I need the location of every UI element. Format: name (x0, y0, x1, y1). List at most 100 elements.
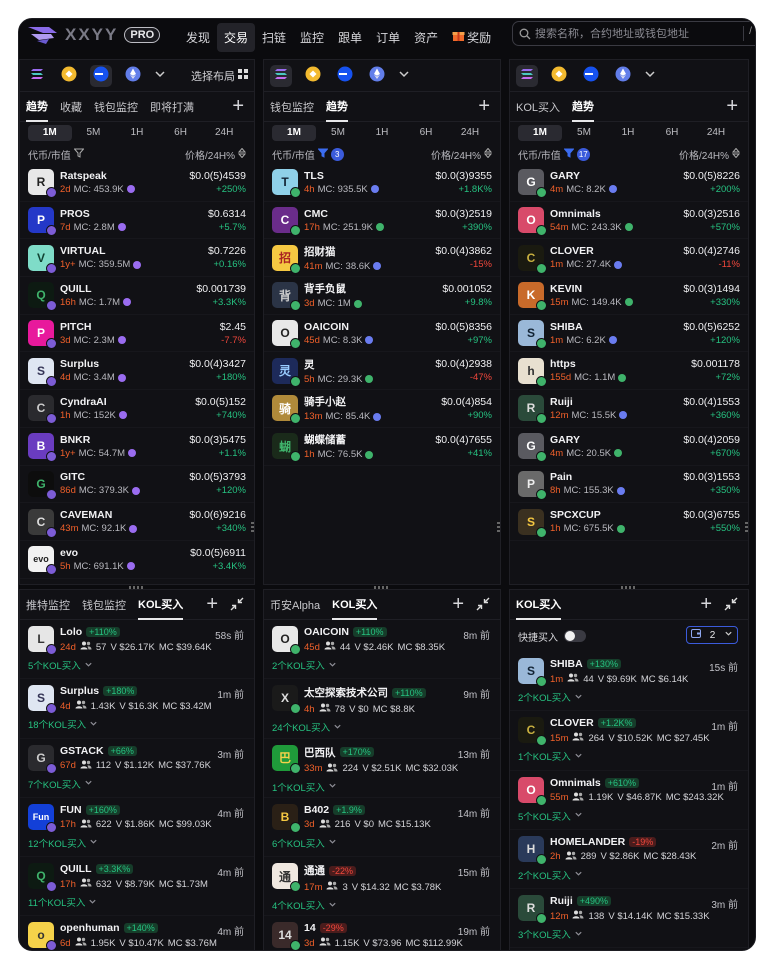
kol-buy-count[interactable]: 2个KOL买入 (518, 690, 740, 704)
kol-row[interactable]: L Lolo +110% 24d 57 V $26.17K MC $39.64K 58s 前 5… (20, 620, 254, 680)
timeframe-1[interactable]: 5M (316, 125, 360, 141)
token-row[interactable]: 招招财猫 41m MC: 38.6K $0.0(4)3862 -15% (264, 239, 500, 278)
kol-row[interactable]: S Surplus +180% 4d 1.43K V $16.3K MC $3.42M 1m … (20, 679, 254, 739)
kol-row[interactable]: G GSTACK +66% 67d 112 V $1.12K MC $37.76K 3m 前 7… (20, 739, 254, 798)
token-row[interactable]: G GITC 86d MC: 379.3K $0.0(5)3793 +120% (20, 466, 254, 504)
tab-0[interactable]: KOL买入 (516, 92, 560, 122)
token-row[interactable]: S SPCXCUP 1h MC: 675.5K $0.0(3)6755 +550% (510, 503, 748, 541)
chain-tab-3[interactable] (612, 65, 634, 87)
tab-1[interactable]: 趋势 (326, 92, 348, 122)
nav-item-0[interactable]: 发现 (179, 23, 217, 52)
collapse-icon[interactable] (476, 597, 490, 614)
sort-price-chg[interactable]: 价格/24H% (185, 147, 247, 162)
token-row[interactable]: G GARY 4m MC: 8.2K $0.0(5)8226 +200% (510, 164, 748, 202)
timeframe-2[interactable]: 1H (606, 125, 650, 141)
token-row[interactable]: G GARY 4m MC: 20.5K $0.0(4)2059 +670% (510, 428, 748, 466)
chain-tab-1[interactable] (58, 65, 80, 87)
timeframe-1[interactable]: 5M (72, 125, 116, 141)
sort-token-mc[interactable]: 代币/市值 (28, 147, 85, 162)
kol-buy-count[interactable]: 24个KOL买入 (272, 720, 492, 734)
timeframe-4[interactable]: 24H (448, 125, 492, 141)
kol-buy-count[interactable]: 7个KOL买入 (28, 777, 246, 791)
token-row[interactable]: O Omnimals 54m MC: 243.3K $0.0(3)2516 +570% (510, 202, 748, 240)
kol-buy-count[interactable]: 3个KOL买入 (518, 927, 740, 941)
resize-handle-v[interactable] (745, 522, 748, 532)
layout-select-button[interactable]: 选择布局 (191, 68, 248, 84)
token-row[interactable]: P PROS 7d MC: 2.8M $0.6314 +5.7% (20, 202, 254, 240)
tab-3[interactable]: 即将打满 (150, 92, 194, 122)
kol-tab-2[interactable]: KOL买入 (138, 590, 184, 620)
add-icon[interactable]: + (452, 594, 464, 614)
token-row[interactable]: P Pain 8h MC: 155.3K $0.0(3)1553 +350% (510, 466, 748, 504)
chain-tab-3[interactable] (122, 65, 144, 87)
token-row[interactable]: V VIRTUAL 1y+ MC: 359.5M $0.7226 +0.16% (20, 239, 254, 278)
token-row[interactable]: 灵灵 5h MC: 29.3K $0.0(4)2938 -47% (264, 352, 500, 391)
kol-row[interactable]: X 太空探索技术公司 +110% 4h 78 V $0 MC $8.8K 9m 前 24个KOL… (264, 679, 500, 739)
quick-buy-toggle[interactable] (564, 630, 586, 642)
nav-item-5[interactable]: 订单 (369, 23, 407, 52)
kol-buy-count[interactable]: 2个KOL买入 (272, 658, 492, 672)
token-row[interactable]: 背背手负鼠 3d MC: 1M $0.001052 +9.8% (264, 277, 500, 315)
kol-tab-0[interactable]: KOL买入 (516, 590, 562, 620)
nav-item-2[interactable]: 扫链 (255, 23, 293, 52)
tab-2[interactable]: 钱包监控 (94, 92, 138, 122)
timeframe-3[interactable]: 6H (159, 125, 203, 141)
timeframe-0[interactable]: 1M (28, 125, 72, 141)
nav-item-1[interactable]: 交易 (217, 22, 256, 52)
kol-row[interactable]: 通通通 -22% 17m 3 V $14.32 MC $3.78K 15m 前 4个KOL买入 (264, 857, 500, 917)
filter-icon[interactable] (73, 148, 85, 161)
token-row[interactable]: R Ratspeak 2d MC: 453.9K $0.0(5)4539 +250% (20, 164, 254, 202)
kol-tab-1[interactable]: KOL买入 (332, 590, 378, 620)
token-row[interactable]: S Surplus 4d MC: 3.4M $0.0(4)3427 +180% (20, 352, 254, 391)
token-row[interactable]: C CAVEMAN 43m MC: 92.1K $0.0(6)9216 +340% (20, 503, 254, 541)
kol-tab-1[interactable]: 钱包监控 (82, 590, 126, 620)
timeframe-0[interactable]: 1M (518, 125, 562, 141)
kol-buy-count[interactable]: 5个KOL买入 (518, 809, 740, 823)
kol-buy-count[interactable]: 2个KOL买入 (518, 868, 740, 882)
kol-row[interactable]: C CLOVER +1.2K% 15m 264 V $10.52K MC $27.45K 1m… (510, 711, 748, 771)
sort-token-mc[interactable]: 代币/市值 3 (272, 147, 344, 162)
timeframe-2[interactable]: 1H (115, 125, 159, 141)
kol-row[interactable]: H HOMELANDER -19% 2h 289 V $2.86K MC $28.43K 2m… (510, 830, 748, 890)
resize-handle-v[interactable] (497, 522, 500, 532)
nav-item-3[interactable]: 监控 (293, 23, 331, 52)
timeframe-0[interactable]: 1M (272, 125, 316, 141)
kol-row[interactable]: O OAICOIN +110% 45d 44 V $2.46K MC $8.35K 8m 前 2… (264, 620, 500, 680)
kol-tab-0[interactable]: 推特监控 (26, 590, 70, 620)
chain-tab-0[interactable] (270, 64, 292, 87)
kol-row[interactable]: Fun FUN +160% 17h 622 V $1.86K MC $99.03K 4m 前1… (20, 798, 254, 858)
kol-buy-count[interactable]: 5个KOL买入 (28, 658, 246, 672)
chain-tab-0[interactable] (26, 65, 48, 87)
chain-tab-2[interactable] (90, 64, 112, 87)
collapse-icon[interactable] (724, 597, 738, 614)
kol-row[interactable]: S SHIBA +130% 1m 44 V $9.69K MC $6.14K 15s 前 2个K… (510, 652, 748, 712)
token-row[interactable]: h https 155d MC: 1.1M $0.001178 +72% (510, 352, 748, 391)
resize-handle-v[interactable] (251, 522, 254, 532)
kol-row[interactable]: R Ruiji +490% 12m 138 V $14.14K MC $15.33K 3m 前… (510, 889, 748, 949)
kol-row[interactable]: o openhuman +140% 6d 1.95K V $10.47K MC $3.76M… (20, 916, 254, 950)
token-row[interactable]: B BNKR 1y+ MC: 54.7M $0.0(3)5475 +1.1% (20, 428, 254, 466)
add-icon[interactable]: + (232, 96, 244, 116)
timeframe-4[interactable]: 24H (694, 125, 738, 141)
kol-row[interactable]: 巴巴西队 +170% 33m 224 V $2.51K MC $32.03K 13m 前 1个… (264, 739, 500, 798)
timeframe-2[interactable]: 1H (360, 125, 404, 141)
filter-icon[interactable] (563, 148, 575, 161)
tab-1[interactable]: 趋势 (572, 92, 595, 122)
collapse-icon[interactable] (230, 597, 244, 614)
filter-icon[interactable] (317, 148, 329, 161)
timeframe-3[interactable]: 6H (404, 125, 448, 141)
chain-tab-1[interactable] (548, 65, 570, 87)
add-icon[interactable]: + (478, 96, 490, 116)
tab-0[interactable]: 趋势 (26, 92, 48, 122)
kol-row[interactable]: B B402 +1.9% 3d 216 V $0 MC $15.13K 14m 前 6个KOL买… (264, 798, 500, 858)
token-row[interactable]: S SHIBA 1m MC: 6.2K $0.0(5)6252 +120% (510, 315, 748, 353)
token-row[interactable]: R Ruiji 12m MC: 15.5K $0.0(4)1553 +360% (510, 390, 748, 428)
kol-buy-count[interactable]: 18个KOL买入 (28, 717, 246, 731)
kol-buy-count[interactable]: 6个KOL买入 (272, 836, 492, 850)
token-row[interactable]: C CMC 17h MC: 251.9K $0.0(3)2519 +390% (264, 202, 500, 240)
kol-buy-count[interactable]: 1个KOL买入 (518, 749, 740, 763)
chain-tab-2[interactable] (334, 65, 356, 87)
tab-0[interactable]: 钱包监控 (270, 92, 314, 122)
token-row[interactable]: C CLOVER 1m MC: 27.4K $0.0(4)2746 -11% (510, 239, 748, 278)
chevron-down-icon[interactable] (644, 68, 656, 83)
